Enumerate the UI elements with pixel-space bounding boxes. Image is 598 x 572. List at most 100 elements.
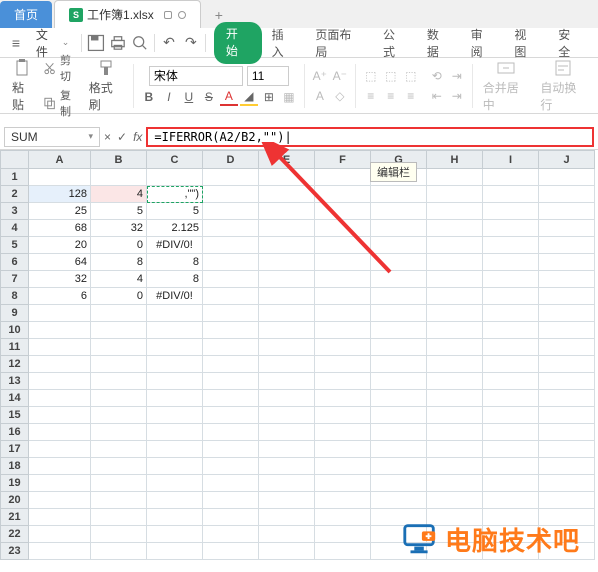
- col-header-E[interactable]: E: [259, 151, 315, 169]
- cell-B1[interactable]: [91, 169, 147, 186]
- cell-A3[interactable]: 25: [29, 203, 91, 220]
- cell-G14[interactable]: [371, 390, 427, 407]
- cell-C21[interactable]: [147, 509, 203, 526]
- cell-A14[interactable]: [29, 390, 91, 407]
- col-header-H[interactable]: H: [427, 151, 483, 169]
- cell-B3[interactable]: 5: [91, 203, 147, 220]
- cell-H6[interactable]: [427, 254, 483, 271]
- cell-A8[interactable]: 6: [29, 288, 91, 305]
- orientation-button[interactable]: ⟲: [428, 67, 446, 85]
- cell-G3[interactable]: [371, 203, 427, 220]
- cell-C11[interactable]: [147, 339, 203, 356]
- cell-F9[interactable]: [315, 305, 371, 322]
- cell-F12[interactable]: [315, 356, 371, 373]
- format-brush-button[interactable]: 格式刷: [85, 56, 127, 115]
- cell-D2[interactable]: [203, 186, 259, 203]
- cell-A6[interactable]: 64: [29, 254, 91, 271]
- cell-E21[interactable]: [259, 509, 315, 526]
- cell-D13[interactable]: [203, 373, 259, 390]
- wrap-text-button[interactable]: 自动换行: [536, 56, 590, 115]
- cut-button[interactable]: 剪切: [43, 52, 81, 84]
- cell-E2[interactable]: [259, 186, 315, 203]
- cell-G15[interactable]: [371, 407, 427, 424]
- copy-button[interactable]: 复制: [43, 87, 81, 119]
- cell-E15[interactable]: [259, 407, 315, 424]
- cell-H14[interactable]: [427, 390, 483, 407]
- cell-I11[interactable]: [483, 339, 539, 356]
- cell-C3[interactable]: 5: [147, 203, 203, 220]
- cell-J14[interactable]: [539, 390, 595, 407]
- col-header-A[interactable]: A: [29, 151, 91, 169]
- cell-I16[interactable]: [483, 424, 539, 441]
- cell-C8[interactable]: #DIV/0!: [147, 288, 203, 305]
- cell-H4[interactable]: [427, 220, 483, 237]
- cell-F23[interactable]: [315, 543, 371, 560]
- cell-G16[interactable]: [371, 424, 427, 441]
- cell-E19[interactable]: [259, 475, 315, 492]
- cell-A21[interactable]: [29, 509, 91, 526]
- cell-H19[interactable]: [427, 475, 483, 492]
- cell-G9[interactable]: [371, 305, 427, 322]
- cell-H9[interactable]: [427, 305, 483, 322]
- cell-D20[interactable]: [203, 492, 259, 509]
- cell-J3[interactable]: [539, 203, 595, 220]
- row-header-3[interactable]: 3: [1, 203, 29, 220]
- cell-I2[interactable]: [483, 186, 539, 203]
- col-header-I[interactable]: I: [483, 151, 539, 169]
- cell-H8[interactable]: [427, 288, 483, 305]
- align-center-button[interactable]: ≡: [382, 87, 400, 105]
- cell-C20[interactable]: [147, 492, 203, 509]
- cell-E9[interactable]: [259, 305, 315, 322]
- cell-D15[interactable]: [203, 407, 259, 424]
- cell-D16[interactable]: [203, 424, 259, 441]
- cell-B14[interactable]: [91, 390, 147, 407]
- cell-J20[interactable]: [539, 492, 595, 509]
- cell-A4[interactable]: 68: [29, 220, 91, 237]
- align-left-button[interactable]: ≡: [362, 87, 380, 105]
- cell-E11[interactable]: [259, 339, 315, 356]
- cell-B9[interactable]: [91, 305, 147, 322]
- cell-E6[interactable]: [259, 254, 315, 271]
- tab-start[interactable]: 开始: [214, 22, 262, 64]
- cell-J18[interactable]: [539, 458, 595, 475]
- cell-C14[interactable]: [147, 390, 203, 407]
- row-header-4[interactable]: 4: [1, 220, 29, 237]
- cell-A23[interactable]: [29, 543, 91, 560]
- cancel-formula-button[interactable]: ×: [104, 130, 111, 144]
- cell-I20[interactable]: [483, 492, 539, 509]
- cell-A1[interactable]: [29, 169, 91, 186]
- cell-D5[interactable]: [203, 237, 259, 254]
- cell-I17[interactable]: [483, 441, 539, 458]
- cell-J9[interactable]: [539, 305, 595, 322]
- cell-D9[interactable]: [203, 305, 259, 322]
- underline-button[interactable]: U: [180, 88, 198, 106]
- cell-G20[interactable]: [371, 492, 427, 509]
- cell-G10[interactable]: [371, 322, 427, 339]
- row-header-7[interactable]: 7: [1, 271, 29, 288]
- cell-C1[interactable]: [147, 169, 203, 186]
- fx-icon[interactable]: fx: [133, 130, 142, 144]
- cell-H2[interactable]: [427, 186, 483, 203]
- cell-F17[interactable]: [315, 441, 371, 458]
- row-header-8[interactable]: 8: [1, 288, 29, 305]
- cell-J2[interactable]: [539, 186, 595, 203]
- align-right-button[interactable]: ≡: [402, 87, 420, 105]
- enter-formula-button[interactable]: ✓: [117, 130, 127, 144]
- cell-I10[interactable]: [483, 322, 539, 339]
- cell-J4[interactable]: [539, 220, 595, 237]
- cell-C6[interactable]: 8: [147, 254, 203, 271]
- cell-D12[interactable]: [203, 356, 259, 373]
- cell-J15[interactable]: [539, 407, 595, 424]
- cell-G2[interactable]: [371, 186, 427, 203]
- cell-B4[interactable]: 32: [91, 220, 147, 237]
- cell-F7[interactable]: [315, 271, 371, 288]
- cell-C5[interactable]: #DIV/0!: [147, 237, 203, 254]
- decrease-font-button[interactable]: A⁻: [331, 67, 349, 85]
- cell-F1[interactable]: [315, 169, 371, 186]
- cell-I9[interactable]: [483, 305, 539, 322]
- cell-C2[interactable]: ,""): [147, 186, 203, 203]
- cell-G8[interactable]: [371, 288, 427, 305]
- row-header-20[interactable]: 20: [1, 492, 29, 509]
- cell-G17[interactable]: [371, 441, 427, 458]
- row-header-17[interactable]: 17: [1, 441, 29, 458]
